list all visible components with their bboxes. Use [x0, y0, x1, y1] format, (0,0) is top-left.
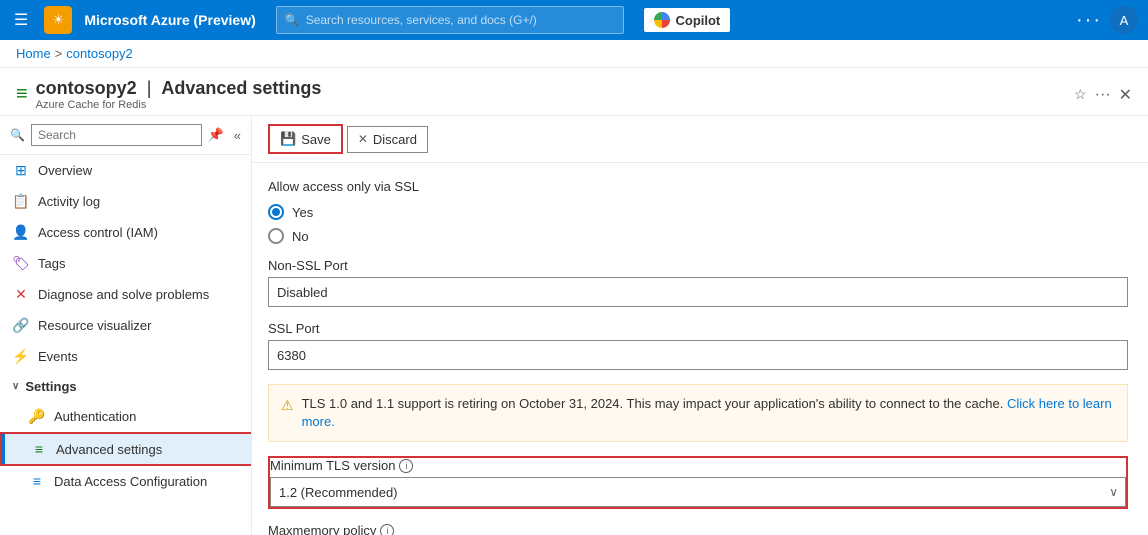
- access-control-icon: 👤: [12, 224, 30, 241]
- top-navbar: ☰ ☀ Microsoft Azure (Preview) 🔍 Copilot …: [0, 0, 1148, 40]
- toolbar: 💾 Save ✕ Discard: [252, 116, 1148, 163]
- header-ellipsis[interactable]: ···: [1095, 86, 1111, 104]
- maxmemory-label: Maxmemory policy i: [268, 523, 1128, 535]
- page-title: Advanced settings: [161, 78, 321, 99]
- page-subtitle: Azure Cache for Redis: [36, 99, 1066, 111]
- tls-dropdown-wrapper: 1.0 1.1 1.2 (Recommended) ∨: [270, 477, 1126, 507]
- sidebar-item-events[interactable]: ⚡ Events: [0, 341, 251, 372]
- sidebar-item-label: Access control (IAM): [38, 225, 158, 240]
- sidebar-item-label: Overview: [38, 163, 92, 178]
- pin-icon[interactable]: 📌: [208, 127, 224, 143]
- title-separator: |: [147, 78, 152, 99]
- save-button[interactable]: 💾 Save: [268, 124, 343, 154]
- tls-warning-box: ⚠ TLS 1.0 and 1.1 support is retiring on…: [268, 384, 1128, 442]
- save-icon: 💾: [280, 131, 296, 147]
- favorite-star-icon[interactable]: ☆: [1074, 86, 1087, 103]
- discard-icon: ✕: [358, 132, 368, 146]
- sidebar-item-label: Activity log: [38, 194, 100, 209]
- ssl-port-label: SSL Port: [268, 321, 1128, 336]
- maxmemory-info-icon[interactable]: i: [380, 524, 394, 535]
- ssl-section-label: Allow access only via SSL: [268, 179, 1128, 194]
- page-header: ≡ contosopy2 | Advanced settings Azure C…: [0, 68, 1148, 116]
- content-layout: 🔍 📌 « ⊞ Overview 📋 Activity log 👤 Access…: [0, 116, 1148, 535]
- ssl-no-label: No: [292, 229, 309, 244]
- settings-section-header[interactable]: ∨ Settings: [0, 372, 251, 401]
- form-content: Allow access only via SSL Yes No: [252, 163, 1148, 535]
- resource-viz-icon: 🔗: [12, 317, 30, 334]
- azure-logo: ☀: [44, 6, 72, 34]
- sidebar-item-label: Events: [38, 349, 78, 364]
- breadcrumb-home[interactable]: Home: [16, 46, 51, 61]
- breadcrumb-sep1: >: [55, 46, 63, 61]
- ssl-yes-label: Yes: [292, 205, 313, 220]
- sidebar-item-access-control[interactable]: 👤 Access control (IAM): [0, 217, 251, 248]
- warning-icon: ⚠: [281, 396, 294, 416]
- copilot-icon: [654, 12, 670, 28]
- nonssl-port-input[interactable]: [268, 277, 1128, 307]
- sidebar-search-container: 🔍 📌 «: [0, 116, 251, 155]
- copilot-button[interactable]: Copilot: [644, 8, 731, 32]
- sidebar-search-icon: 🔍: [10, 128, 25, 142]
- discard-button[interactable]: ✕ Discard: [347, 126, 428, 153]
- page-title-section: contosopy2 | Advanced settings Azure Cac…: [36, 78, 1066, 111]
- tags-icon: 🏷: [12, 255, 30, 272]
- breadcrumb: Home > contosopy2: [0, 40, 1148, 68]
- breadcrumb-resource[interactable]: contosopy2: [66, 46, 133, 61]
- maxmemory-group: Maxmemory policy i volatile-lru allkeys-…: [268, 523, 1128, 535]
- activity-log-icon: 📋: [12, 193, 30, 210]
- ssl-port-group: SSL Port: [268, 321, 1128, 370]
- ssl-yes-option[interactable]: Yes: [268, 204, 1128, 220]
- sidebar-item-label: Resource visualizer: [38, 318, 151, 333]
- nav-more-options[interactable]: ···: [1076, 9, 1102, 32]
- sidebar-item-tags[interactable]: 🏷 Tags: [0, 248, 251, 279]
- ssl-no-radio[interactable]: [268, 228, 284, 244]
- sidebar-item-label: Advanced settings: [56, 442, 162, 457]
- global-search-bar[interactable]: 🔍: [276, 6, 624, 34]
- nonssl-port-label: Non-SSL Port: [268, 258, 1128, 273]
- sidebar-item-activity-log[interactable]: 📋 Activity log: [0, 186, 251, 217]
- right-panel: 💾 Save ✕ Discard Allow access only via S…: [252, 116, 1148, 535]
- ssl-port-input[interactable]: [268, 340, 1128, 370]
- global-search-input[interactable]: [306, 13, 615, 27]
- sidebar-item-label: Data Access Configuration: [54, 474, 207, 489]
- advanced-settings-icon: ≡: [30, 441, 48, 457]
- data-access-icon: ≡: [28, 473, 46, 489]
- resource-icon: ≡: [16, 83, 28, 106]
- close-panel-icon[interactable]: ✕: [1119, 85, 1132, 105]
- app-title: Microsoft Azure (Preview): [84, 12, 255, 28]
- overview-icon: ⊞: [12, 162, 30, 179]
- sidebar-item-label: Tags: [38, 256, 65, 271]
- collapse-sidebar-icon[interactable]: «: [234, 128, 241, 143]
- sidebar: 🔍 📌 « ⊞ Overview 📋 Activity log 👤 Access…: [0, 116, 252, 535]
- main-content: Allow access only via SSL Yes No: [252, 163, 1148, 535]
- tls-info-icon[interactable]: i: [399, 459, 413, 473]
- sidebar-item-advanced-settings[interactable]: ≡ Advanced settings: [0, 432, 251, 466]
- account-avatar[interactable]: A: [1110, 6, 1138, 34]
- sidebar-item-resource-visualizer[interactable]: 🔗 Resource visualizer: [0, 310, 251, 341]
- settings-section-label: Settings: [25, 379, 76, 394]
- sidebar-item-label: Authentication: [54, 409, 136, 424]
- sidebar-item-data-access[interactable]: ≡ Data Access Configuration: [0, 466, 251, 496]
- settings-chevron-icon: ∨: [12, 381, 19, 392]
- hamburger-icon[interactable]: ☰: [10, 6, 32, 34]
- sidebar-search-input[interactable]: [31, 124, 202, 146]
- nonssl-port-group: Non-SSL Port: [268, 258, 1128, 307]
- diagnose-icon: ✕: [12, 286, 30, 303]
- events-icon: ⚡: [12, 348, 30, 365]
- tls-version-select[interactable]: 1.0 1.1 1.2 (Recommended): [270, 477, 1126, 507]
- authentication-icon: 🔑: [28, 408, 46, 425]
- ssl-yes-radio[interactable]: [268, 204, 284, 220]
- tls-version-label: Minimum TLS version i: [270, 458, 1126, 473]
- sidebar-item-overview[interactable]: ⊞ Overview: [0, 155, 251, 186]
- main-area: ≡ contosopy2 | Advanced settings Azure C…: [0, 68, 1148, 535]
- resource-name: contosopy2: [36, 78, 137, 99]
- sidebar-item-authentication[interactable]: 🔑 Authentication: [0, 401, 251, 432]
- tls-version-group: Minimum TLS version i 1.0 1.1 1.2 (Recom…: [268, 456, 1128, 509]
- warning-text: TLS 1.0 and 1.1 support is retiring on O…: [302, 395, 1115, 431]
- ssl-no-option[interactable]: No: [268, 228, 1128, 244]
- sidebar-item-diagnose[interactable]: ✕ Diagnose and solve problems: [0, 279, 251, 310]
- sidebar-item-label: Diagnose and solve problems: [38, 287, 209, 302]
- ssl-radio-group: Yes No: [268, 204, 1128, 244]
- search-icon: 🔍: [285, 13, 300, 27]
